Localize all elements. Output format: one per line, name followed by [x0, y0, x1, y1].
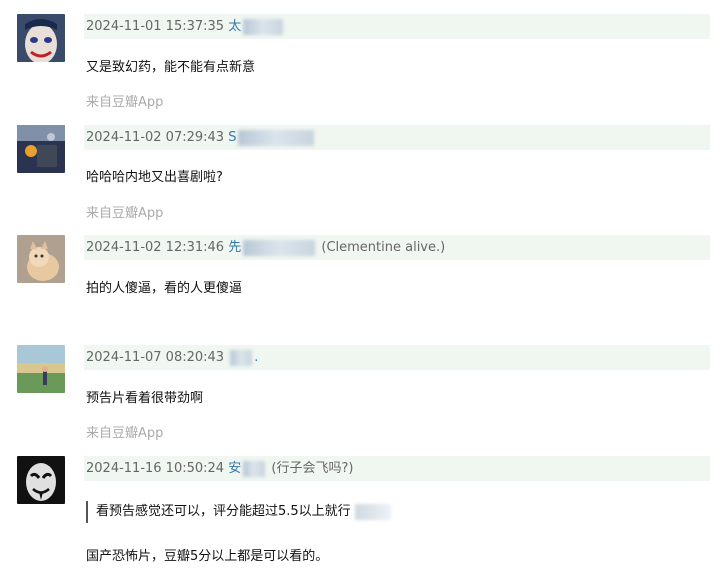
comment-source: 来自豆瓣App [86, 95, 164, 110]
avatar[interactable] [17, 14, 65, 62]
comment-timestamp: 2024-11-02 07:29:43 [86, 130, 225, 145]
comment-meta: 2024-11-16 10:50:24 安 (行子会飞吗?) [84, 456, 710, 481]
comment-meta: 2024-11-07 08:20:43 . [84, 345, 710, 370]
comment-timestamp: 2024-11-02 12:31:46 [86, 240, 225, 255]
comment-text: 哈哈哈内地又出喜剧啦? [86, 170, 223, 185]
avatar[interactable] [17, 456, 65, 504]
comment-timestamp: 2024-11-07 08:20:43 [86, 350, 225, 365]
comment-user-note: (行子会飞吗?) [271, 461, 354, 476]
comment-timestamp: 2024-11-01 15:37:35 [86, 19, 225, 34]
comment-text: 预告片看着很带劲啊 [86, 391, 204, 406]
quoted-reply-text: 看预告感觉还可以，评分能超过5.5以上就行 [96, 504, 351, 519]
comment-meta: 2024-11-01 15:37:35 太 [84, 14, 710, 39]
comment-username[interactable]: 安 [228, 460, 267, 477]
comment-source: 来自豆瓣App [86, 426, 164, 441]
comment-username[interactable]: . [228, 349, 258, 366]
comment-text: 又是致幻药，能不能有点新意 [86, 60, 256, 75]
avatar[interactable] [17, 235, 65, 283]
comment-meta: 2024-11-02 12:31:46 先 (Clementine alive.… [84, 235, 710, 260]
comment-source: 来自豆瓣App [86, 206, 164, 221]
comment-text: 拍的人傻逼，看的人更傻逼 [86, 281, 243, 296]
comment-username[interactable]: 太 [228, 18, 285, 35]
comment-username[interactable]: S [228, 129, 316, 146]
comment-timestamp: 2024-11-16 10:50:24 [86, 461, 225, 476]
comment-user-note: (Clementine alive.) [321, 240, 446, 255]
comment-username[interactable]: 先 [228, 239, 317, 256]
avatar[interactable] [17, 345, 65, 393]
quoted-reply: 看预告感觉还可以，评分能超过5.5以上就行 [86, 501, 391, 523]
avatar[interactable] [17, 125, 65, 173]
comment-text: 国产恐怖片，豆瓣5分以上都是可以看的。 [86, 549, 329, 564]
comment-meta: 2024-11-02 07:29:43 S [84, 125, 710, 150]
